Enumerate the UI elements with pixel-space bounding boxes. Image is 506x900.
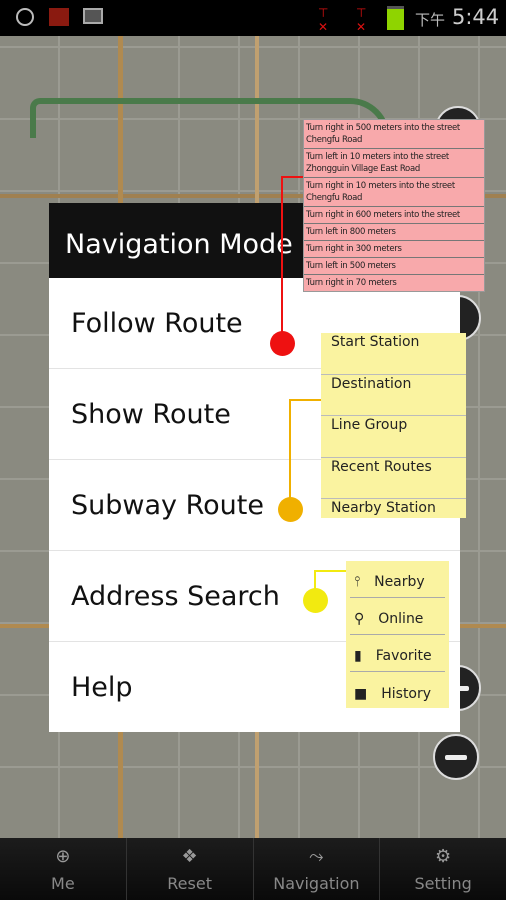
route-steps-panel: Turn right in 500 meters into the street… bbox=[303, 119, 485, 292]
flag-icon bbox=[49, 8, 69, 26]
address-options-panel: ⫯ Nearby ⚲ Online ▮ Favorite ■ History bbox=[346, 561, 449, 708]
connector-line bbox=[281, 176, 283, 343]
route-step[interactable]: Turn right in 500 meters into the street… bbox=[304, 120, 484, 149]
subway-option-start-station[interactable]: Start Station bbox=[321, 333, 466, 375]
search-icon: ⚲ bbox=[354, 611, 365, 627]
connector-line bbox=[289, 399, 291, 509]
subway-option-nearby-station[interactable]: Nearby Station bbox=[321, 499, 466, 518]
status-bar: ⊤ ✕ ⊤ ✕ 下午 5:44 bbox=[0, 0, 506, 36]
subway-option-recent-routes[interactable]: Recent Routes bbox=[321, 458, 466, 499]
address-search-dot bbox=[303, 588, 328, 613]
address-option-favorite[interactable]: ▮ Favorite bbox=[350, 635, 445, 672]
bottom-bar: ⊕ Me ❖ Reset ⤳ Navigation ⚙ Setting bbox=[0, 838, 506, 900]
subway-option-line-group[interactable]: Line Group bbox=[321, 416, 466, 458]
connector-line bbox=[289, 399, 321, 401]
no-signal-icon: ⊤ ✕ bbox=[318, 6, 329, 34]
tab-setting[interactable]: ⚙ Setting bbox=[380, 838, 506, 900]
zoom-out-button-2[interactable] bbox=[433, 734, 479, 780]
tab-me[interactable]: ⊕ Me bbox=[0, 838, 127, 900]
bookmark-icon: ▮ bbox=[354, 648, 362, 664]
subway-option-destination[interactable]: Destination bbox=[321, 375, 466, 416]
subway-options-panel: Start Station Destination Line Group Rec… bbox=[321, 333, 466, 518]
address-option-history[interactable]: ■ History bbox=[350, 672, 445, 709]
route-step[interactable]: Turn right in 10 meters into the street … bbox=[304, 178, 484, 207]
subway-route-dot bbox=[278, 497, 303, 522]
locate-icon: ⊕ bbox=[55, 846, 71, 867]
tab-navigation[interactable]: ⤳ Navigation bbox=[254, 838, 381, 900]
pin-icon: ⫯ bbox=[354, 574, 361, 590]
gps-icon bbox=[16, 8, 34, 26]
route-step[interactable]: Turn right in 600 meters into the street bbox=[304, 207, 484, 224]
address-option-online[interactable]: ⚲ Online bbox=[350, 598, 445, 635]
gear-icon: ⚙ bbox=[435, 846, 452, 867]
gmail-icon bbox=[83, 8, 103, 24]
clock: 5:44 bbox=[452, 5, 500, 29]
address-option-nearby[interactable]: ⫯ Nearby bbox=[350, 561, 445, 598]
book-icon: ■ bbox=[354, 685, 368, 702]
no-signal-icon: ⊤ ✕ bbox=[356, 6, 367, 34]
route-icon: ⤳ bbox=[309, 846, 324, 867]
dropbox-icon: ❖ bbox=[181, 846, 198, 867]
ampm: 下午 bbox=[415, 11, 446, 29]
battery-icon bbox=[387, 6, 404, 30]
follow-route-dot bbox=[270, 331, 295, 356]
connector-line bbox=[314, 570, 346, 572]
route-step[interactable]: Turn right in 70 meters bbox=[304, 275, 484, 291]
tab-reset[interactable]: ❖ Reset bbox=[127, 838, 254, 900]
route-step[interactable]: Turn right in 300 meters bbox=[304, 241, 484, 258]
route-step[interactable]: Turn left in 500 meters bbox=[304, 258, 484, 275]
route-step[interactable]: Turn left in 800 meters bbox=[304, 224, 484, 241]
route-step[interactable]: Turn left in 10 meters into the street Z… bbox=[304, 149, 484, 178]
connector-line bbox=[281, 176, 303, 178]
